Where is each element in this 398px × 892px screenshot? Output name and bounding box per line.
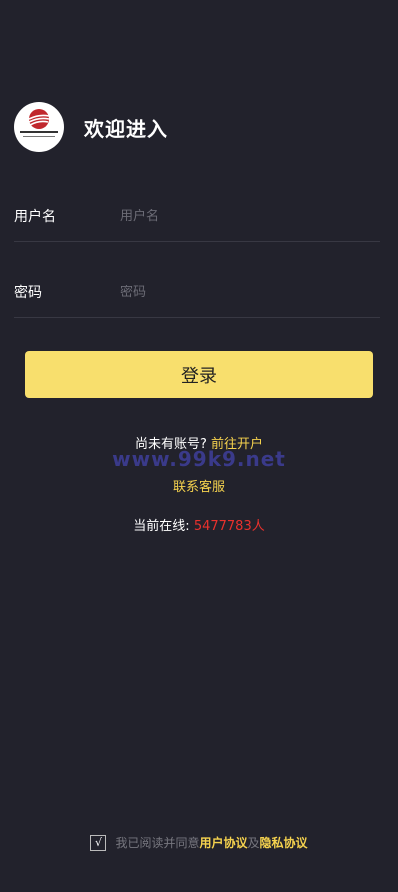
password-row: 密码 <box>14 267 380 318</box>
contact-support-link[interactable]: 联系客服 <box>173 480 225 495</box>
agreement-checkbox[interactable]: √ <box>90 834 107 851</box>
watermark: www.99k9.net <box>112 447 286 471</box>
online-count: 5477783人 <box>193 519 265 534</box>
page-title: 欢迎进入 <box>84 116 168 141</box>
password-input[interactable] <box>120 284 380 300</box>
contact-row: 联系客服 <box>0 476 398 495</box>
company-logo <box>14 102 64 152</box>
agreement-text: 我已阅读并同意 <box>115 836 200 850</box>
online-status: 当前在线: 5477783人 <box>0 515 398 534</box>
login-button[interactable]: 登录 <box>25 351 373 398</box>
agreement-row: √ 我已阅读并同意 用户协议 及 隐私协议 <box>0 834 398 851</box>
username-row: 用户名 <box>14 191 380 242</box>
header: 欢迎进入 <box>14 102 168 152</box>
username-label: 用户名 <box>14 209 56 225</box>
username-input[interactable] <box>120 208 380 224</box>
agreement-conjunction: 及 <box>247 836 260 850</box>
password-label: 密码 <box>14 285 42 301</box>
logo-emblem-icon <box>20 109 58 137</box>
user-agreement-link[interactable]: 用户协议 <box>199 834 247 851</box>
privacy-agreement-link[interactable]: 隐私协议 <box>260 834 308 851</box>
online-label: 当前在线: <box>133 519 190 534</box>
